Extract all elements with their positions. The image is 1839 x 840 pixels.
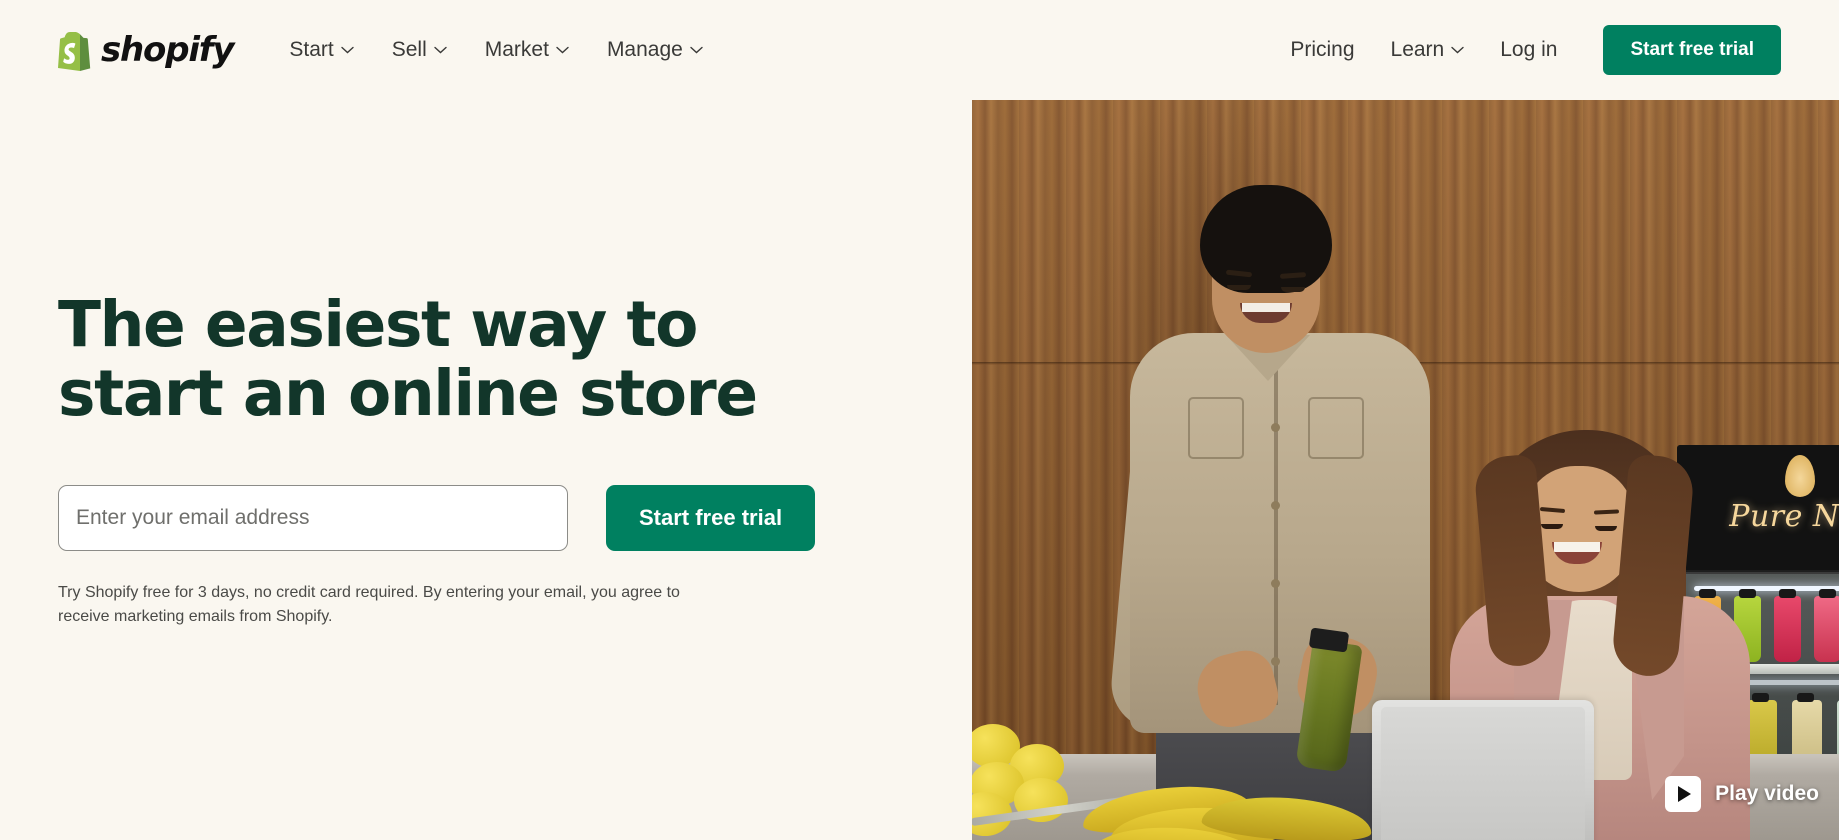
laptop — [1372, 700, 1594, 840]
landing-page: shopify Start Sell Market Manage Pricing… — [0, 0, 1839, 840]
nav-item-manage[interactable]: Manage — [593, 30, 717, 70]
email-signup-form: Start free trial — [58, 484, 898, 551]
man-shirt — [1130, 333, 1430, 733]
play-video-button[interactable]: Play video — [1665, 776, 1819, 812]
chevron-down-icon — [434, 46, 447, 54]
juice-bottle — [1814, 589, 1839, 662]
nav-item-learn[interactable]: Learn — [1377, 30, 1479, 70]
nav-item-start[interactable]: Start — [275, 30, 367, 70]
shirt-pocket — [1308, 397, 1364, 459]
chevron-down-icon — [1451, 46, 1464, 54]
chevron-down-icon — [556, 46, 569, 54]
hero-start-free-trial-button[interactable]: Start free trial — [606, 484, 816, 551]
play-triangle-icon — [1678, 786, 1692, 802]
man-hair — [1200, 185, 1332, 293]
woman-eye — [1541, 524, 1563, 529]
juice-bottle — [1774, 589, 1801, 662]
legal-disclaimer: Try Shopify free for 3 days, no credit c… — [58, 583, 680, 626]
shirt-button — [1271, 579, 1280, 588]
man-eye — [1281, 287, 1305, 292]
shirt-button — [1271, 423, 1280, 432]
nav-item-sell-label: Sell — [391, 38, 427, 61]
nav-item-login[interactable]: Log in — [1486, 30, 1571, 70]
nav-item-market[interactable]: Market — [471, 30, 583, 70]
nav-start-free-trial-button[interactable]: Start free trial — [1603, 25, 1781, 75]
shopify-logo[interactable]: shopify — [58, 29, 235, 71]
hero-photo: Pure N Play video — [972, 100, 1839, 840]
primary-nav-items: Start Sell Market Manage — [275, 30, 716, 70]
secondary-nav-items: Pricing Learn Log in Start free trial — [1276, 25, 1781, 75]
chevron-down-icon — [690, 46, 703, 54]
nav-item-pricing-label: Pricing — [1290, 38, 1355, 61]
shopify-bag-icon — [58, 32, 91, 71]
shirt-placket — [1274, 355, 1278, 705]
shirt-pocket — [1188, 397, 1244, 459]
hero-content: The easiest way to start an online store… — [58, 290, 898, 630]
play-video-label: Play video — [1715, 782, 1819, 805]
shirt-button — [1271, 657, 1280, 666]
banana-bunch — [1080, 779, 1382, 840]
woman-eye — [1595, 526, 1617, 531]
page-title: The easiest way to start an online store — [58, 288, 758, 431]
chevron-down-icon — [341, 46, 354, 54]
shopify-wordmark: shopify — [101, 30, 235, 70]
top-navigation-bar: shopify Start Sell Market Manage Pricing… — [0, 0, 1839, 100]
man-eye — [1227, 285, 1251, 290]
leaf-icon — [1785, 455, 1815, 497]
nav-item-manage-label: Manage — [606, 38, 683, 61]
shirt-button — [1271, 501, 1280, 510]
nav-item-market-label: Market — [484, 38, 549, 61]
play-icon-box — [1665, 776, 1702, 812]
laptop-screen — [1381, 707, 1585, 840]
nav-item-learn-label: Learn — [1390, 38, 1445, 61]
nav-item-sell[interactable]: Sell — [378, 30, 461, 70]
email-input[interactable] — [58, 484, 568, 551]
nav-item-pricing[interactable]: Pricing — [1276, 30, 1368, 70]
nav-item-start-label: Start — [289, 38, 334, 61]
nav-item-login-label: Log in — [1500, 38, 1558, 61]
